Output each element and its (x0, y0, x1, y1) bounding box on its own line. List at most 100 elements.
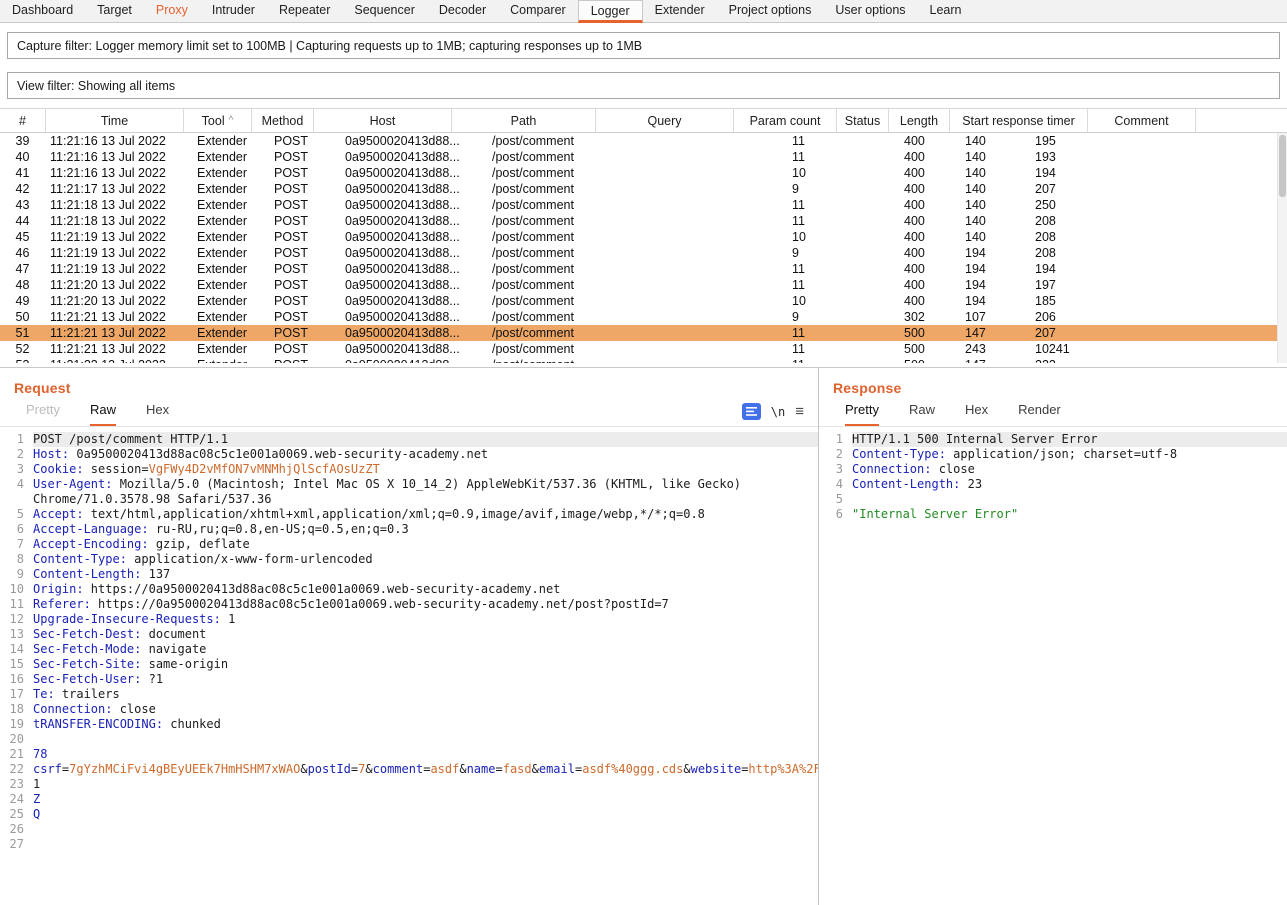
cell-path: /post/comment (487, 214, 640, 228)
cell-num: 41 (0, 166, 45, 180)
line-content: 1 (33, 777, 818, 792)
log-row-39[interactable]: 3911:21:16 13 Jul 2022ExtenderPOST0a9500… (0, 133, 1287, 149)
column-header-time[interactable]: Time (46, 109, 184, 132)
cell-timer: 207 (1030, 182, 1177, 196)
column-header-tool[interactable]: Tool^ (184, 109, 252, 132)
cell-status: 400 (899, 198, 960, 212)
column-header-label: Host (370, 114, 396, 128)
log-row-48[interactable]: 4811:21:20 13 Jul 2022ExtenderPOST0a9500… (0, 277, 1287, 293)
editor-tab-pretty[interactable]: Pretty (845, 402, 879, 426)
line-number: 4 (819, 477, 852, 492)
cell-timer: 222 (1030, 358, 1177, 363)
log-row-44[interactable]: 4411:21:18 13 Jul 2022ExtenderPOST0a9500… (0, 213, 1287, 229)
column-header-start-response-timer[interactable]: Start response timer (950, 109, 1088, 132)
line-number: 13 (0, 627, 33, 642)
tab-dashboard[interactable]: Dashboard (0, 0, 85, 22)
tab-learn[interactable]: Learn (918, 0, 974, 22)
tab-target[interactable]: Target (85, 0, 144, 22)
cell-host: 0a9500020413d88... (340, 198, 487, 212)
message-editor-split: Request Pretty Raw Hex \n ≡ 1POST /post/co… (0, 367, 1287, 905)
cell-param-count: 10 (787, 230, 899, 244)
column-header-host[interactable]: Host (314, 109, 452, 132)
table-vertical-scrollbar[interactable] (1277, 133, 1287, 363)
line-number: 19 (0, 717, 33, 732)
cell-num: 42 (0, 182, 45, 196)
tab-repeater[interactable]: Repeater (267, 0, 342, 22)
log-row-42[interactable]: 4211:21:17 13 Jul 2022ExtenderPOST0a9500… (0, 181, 1287, 197)
tab-proxy[interactable]: Proxy (144, 0, 200, 22)
tab-sequencer[interactable]: Sequencer (342, 0, 426, 22)
line-content: Sec-Fetch-Site: same-origin (33, 657, 818, 672)
log-row-40[interactable]: 4011:21:16 13 Jul 2022ExtenderPOST0a9500… (0, 149, 1287, 165)
cell-timer: 208 (1030, 214, 1177, 228)
cell-param-count: 11 (787, 278, 899, 292)
cell-method: POST (269, 310, 340, 324)
line-content: Te: trailers (33, 687, 818, 702)
line-content: Content-Type: application/json; charset=… (852, 447, 1287, 462)
line-content: Connection: close (33, 702, 818, 717)
cell-status: 400 (899, 150, 960, 164)
log-row-46[interactable]: 4611:21:19 13 Jul 2022ExtenderPOST0a9500… (0, 245, 1287, 261)
line-number: 18 (0, 702, 33, 717)
cell-tool: Extender (192, 246, 269, 260)
tab-decoder[interactable]: Decoder (427, 0, 498, 22)
log-row-50[interactable]: 5011:21:21 13 Jul 2022ExtenderPOST0a9500… (0, 309, 1287, 325)
editor-line: 9Content-Length: 137 (0, 567, 818, 582)
response-editor[interactable]: 1HTTP/1.1 500 Internal Server Error2Cont… (819, 427, 1287, 905)
column-header-comment[interactable]: Comment (1088, 109, 1196, 132)
editor-tab-raw[interactable]: Raw (909, 402, 935, 426)
column-header-method[interactable]: Method (252, 109, 314, 132)
cell-num: 39 (0, 134, 45, 148)
line-content: Z (33, 792, 818, 807)
log-row-52[interactable]: 5211:21:21 13 Jul 2022ExtenderPOST0a9500… (0, 341, 1287, 357)
editor-line: 6"Internal Server Error" (819, 507, 1287, 522)
column-header-param-count[interactable]: Param count (734, 109, 837, 132)
log-row-47[interactable]: 4711:21:19 13 Jul 2022ExtenderPOST0a9500… (0, 261, 1287, 277)
cell-tool: Extender (192, 134, 269, 148)
tab-user-options[interactable]: User options (823, 0, 917, 22)
column-header-path[interactable]: Path (452, 109, 596, 132)
editor-line: 10Origin: https://0a9500020413d88ac08c5c… (0, 582, 818, 597)
column-header--[interactable]: # (0, 109, 46, 132)
tab-logger[interactable]: Logger (578, 0, 643, 23)
column-header-status[interactable]: Status (837, 109, 889, 132)
tab-project-options[interactable]: Project options (717, 0, 824, 22)
log-row-43[interactable]: 4311:21:18 13 Jul 2022ExtenderPOST0a9500… (0, 197, 1287, 213)
capture-filter-bar[interactable]: Capture filter: Logger memory limit set … (7, 32, 1280, 59)
tab-comparer[interactable]: Comparer (498, 0, 578, 22)
cell-length: 243 (960, 342, 1030, 356)
line-content: Host: 0a9500020413d88ac08c5c1e001a0069.w… (33, 447, 818, 462)
editor-line: 5 (819, 492, 1287, 507)
response-panel-title: Response (833, 380, 1287, 396)
log-row-41[interactable]: 4111:21:16 13 Jul 2022ExtenderPOST0a9500… (0, 165, 1287, 181)
request-editor[interactable]: 1POST /post/comment HTTP/1.12Host: 0a950… (0, 427, 818, 905)
editor-menu-icon[interactable]: ≡ (795, 404, 804, 419)
wrap-lines-icon[interactable] (742, 403, 761, 420)
log-row-49[interactable]: 4911:21:20 13 Jul 2022ExtenderPOST0a9500… (0, 293, 1287, 309)
editor-tab-hex[interactable]: Hex (146, 402, 169, 426)
line-number: 6 (0, 522, 33, 537)
tab-extender[interactable]: Extender (643, 0, 717, 22)
column-header-query[interactable]: Query (596, 109, 734, 132)
editor-tab-raw[interactable]: Raw (90, 402, 116, 426)
cell-method: POST (269, 358, 340, 363)
scrollbar-thumb[interactable] (1279, 135, 1286, 197)
cell-length: 140 (960, 150, 1030, 164)
tab-intruder[interactable]: Intruder (200, 0, 267, 22)
log-row-53[interactable]: 5311:21:22 13 Jul 2022ExtenderPOST0a9500… (0, 357, 1287, 363)
request-panel-title: Request (14, 380, 818, 396)
line-number: 7 (0, 537, 33, 552)
log-row-45[interactable]: 4511:21:19 13 Jul 2022ExtenderPOST0a9500… (0, 229, 1287, 245)
editor-tab-hex[interactable]: Hex (965, 402, 988, 426)
editor-tab-render[interactable]: Render (1018, 402, 1061, 426)
column-header-length[interactable]: Length (889, 109, 950, 132)
cell-tool: Extender (192, 278, 269, 292)
log-row-51[interactable]: 5111:21:21 13 Jul 2022ExtenderPOST0a9500… (0, 325, 1287, 341)
editor-line: 11Referer: https://0a9500020413d88ac08c5… (0, 597, 818, 612)
view-filter-bar[interactable]: View filter: Showing all items (7, 72, 1280, 99)
cell-tool: Extender (192, 342, 269, 356)
cell-time: 11:21:20 13 Jul 2022 (45, 294, 192, 308)
newline-toggle-button[interactable]: \n (771, 405, 785, 419)
cell-path: /post/comment (487, 134, 640, 148)
editor-line: 1HTTP/1.1 500 Internal Server Error (819, 432, 1287, 447)
